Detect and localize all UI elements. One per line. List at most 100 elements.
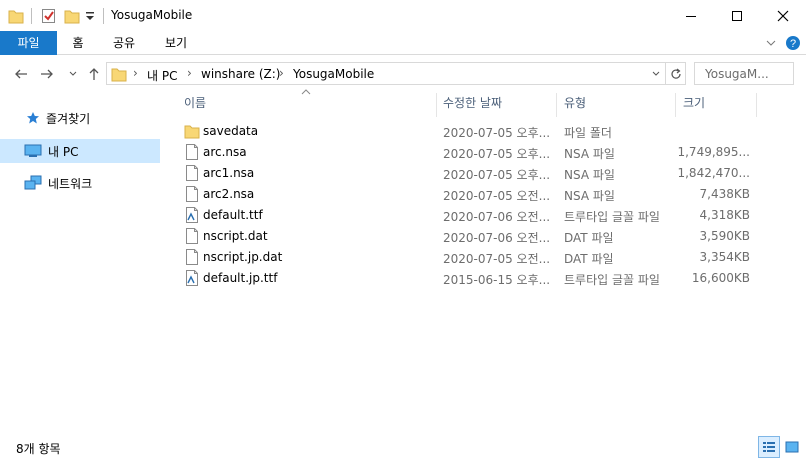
tab-home[interactable]: 홈 <box>64 31 92 55</box>
nav-item-this-pc[interactable]: 내 PC <box>0 139 160 163</box>
column-divider[interactable] <box>436 93 437 117</box>
file-type: 파일 폴더 <box>564 126 612 140</box>
file-date: 2020-07-05 오후... <box>443 126 551 140</box>
new-folder-icon[interactable] <box>64 7 80 25</box>
file-row[interactable]: arc.nsa 2020-07-05 오후... NSA 파일 1,749,895..… <box>180 142 760 163</box>
expand-ribbon-button[interactable] <box>762 34 780 52</box>
file-row[interactable]: nscript.jp.dat 2020-07-05 오전... DAT 파일 3,35… <box>180 247 760 268</box>
font-file-icon <box>186 207 198 223</box>
navigation-pane: 즐겨찾기 내 PC 네트워크 <box>0 93 170 428</box>
star-icon <box>27 112 39 124</box>
column-divider[interactable] <box>675 93 676 117</box>
file-size: 16,600KB <box>691 271 750 285</box>
separator <box>103 8 104 24</box>
nav-item-label: 네트워크 <box>48 176 93 191</box>
file-size: 1,749,895... <box>677 145 750 159</box>
chevron-down-icon <box>766 40 776 46</box>
chevron-right-icon[interactable]: › <box>279 66 284 80</box>
file-name: arc2.nsa <box>203 187 255 201</box>
file-name: savedata <box>203 124 259 138</box>
file-size: 4,318KB <box>699 208 750 222</box>
search-placeholder: YosugaM... <box>705 67 769 81</box>
file-icon <box>186 249 198 265</box>
breadcrumb-current-folder[interactable]: YosugaMobile <box>293 67 374 81</box>
file-type: NSA 파일 <box>564 168 615 182</box>
file-icon <box>186 186 198 202</box>
file-date: 2020-07-05 오전... <box>443 252 551 266</box>
minimize-button[interactable] <box>668 0 714 31</box>
file-size: 3,590KB <box>699 229 750 243</box>
file-date: 2015-06-15 오후... <box>443 273 551 287</box>
breadcrumb-drive[interactable]: winshare (Z:) <box>201 67 280 81</box>
chevron-right-icon[interactable]: › <box>187 66 192 80</box>
refresh-icon <box>670 68 681 79</box>
computer-icon <box>24 144 42 157</box>
breadcrumb-this-pc[interactable]: 내 PC <box>147 67 177 84</box>
refresh-button[interactable] <box>666 62 686 85</box>
file-type: 트루타입 글꼴 파일 <box>564 210 660 224</box>
up-button[interactable] <box>85 65 103 83</box>
arrow-right-icon <box>41 69 53 79</box>
maximize-button[interactable] <box>714 0 760 31</box>
recent-locations-button[interactable] <box>64 65 82 83</box>
file-name: arc1.nsa <box>203 166 255 180</box>
column-header-name[interactable]: 이름 <box>184 93 434 117</box>
column-divider[interactable] <box>756 93 757 117</box>
nav-item-network[interactable]: 네트워크 <box>0 171 160 195</box>
tab-file[interactable]: 파일 <box>0 31 57 55</box>
nav-item-label: 즐겨찾기 <box>46 111 91 126</box>
minimize-icon <box>686 15 696 17</box>
customize-dropdown-icon[interactable] <box>84 7 96 25</box>
file-name: default.jp.ttf <box>203 271 278 285</box>
nav-item-quick-access[interactable]: 즐겨찾기 <box>0 106 160 130</box>
column-divider[interactable] <box>556 93 557 117</box>
ribbon: 파일 홈 공유 보기 ? <box>0 31 806 55</box>
window-title: YosugaMobile <box>111 8 193 22</box>
file-type: DAT 파일 <box>564 231 614 245</box>
file-size: 7,438KB <box>699 187 750 201</box>
tab-view[interactable]: 보기 <box>158 31 194 55</box>
file-row[interactable]: default.jp.ttf 2015-06-15 오후... 트루타입 글꼴 파일… <box>180 268 760 289</box>
file-row[interactable]: arc1.nsa 2020-07-05 오후... NSA 파일 1,842,470.… <box>180 163 760 184</box>
details-view-button[interactable] <box>758 436 780 458</box>
tab-share[interactable]: 공유 <box>106 31 142 55</box>
arrow-left-icon <box>15 69 27 79</box>
file-row[interactable]: savedata 2020-07-05 오후... 파일 폴더 <box>180 121 760 142</box>
folder-icon <box>111 68 127 82</box>
folder-icon <box>184 125 200 139</box>
forward-button[interactable] <box>38 65 56 83</box>
file-date: 2020-07-06 오전... <box>443 210 551 224</box>
address-bar[interactable]: › 내 PC › winshare (Z:) › YosugaMobile <box>106 62 666 85</box>
font-file-icon <box>186 270 198 286</box>
file-name: arc.nsa <box>203 145 247 159</box>
svg-text:?: ? <box>790 38 796 50</box>
separator <box>31 8 32 24</box>
file-name: nscript.dat <box>203 229 268 243</box>
chevron-down-icon[interactable] <box>651 69 661 79</box>
back-button[interactable] <box>12 65 30 83</box>
chevron-down-icon <box>69 71 77 76</box>
column-header-date[interactable]: 수정한 날짜 <box>443 93 553 117</box>
column-header-type[interactable]: 유형 <box>564 93 674 117</box>
title-bar: YosugaMobile <box>0 0 806 31</box>
file-name: default.ttf <box>203 208 263 222</box>
close-button[interactable] <box>760 0 806 31</box>
file-size: 3,354KB <box>699 250 750 264</box>
large-icons-view-button[interactable] <box>781 436 803 458</box>
file-date: 2020-07-05 오후... <box>443 168 551 182</box>
chevron-right-icon[interactable]: › <box>133 66 138 80</box>
nav-item-label: 내 PC <box>48 144 79 159</box>
search-input[interactable]: YosugaM... <box>694 62 794 85</box>
file-icon <box>186 144 198 160</box>
maximize-icon <box>732 10 742 21</box>
large-icons-view-icon <box>785 441 799 453</box>
column-header-size[interactable]: 크기 <box>683 93 753 117</box>
folder-icon <box>8 10 24 24</box>
file-type: NSA 파일 <box>564 189 615 203</box>
file-row[interactable]: arc2.nsa 2020-07-05 오전... NSA 파일 7,438KB <box>180 184 760 205</box>
file-row[interactable]: default.ttf 2020-07-06 오전... 트루타입 글꼴 파일 4,3… <box>180 205 760 226</box>
properties-icon[interactable] <box>41 7 57 25</box>
file-row[interactable]: nscript.dat 2020-07-06 오전... DAT 파일 3,590KB <box>180 226 760 247</box>
help-button[interactable]: ? <box>784 34 802 52</box>
file-name: nscript.jp.dat <box>203 250 283 264</box>
